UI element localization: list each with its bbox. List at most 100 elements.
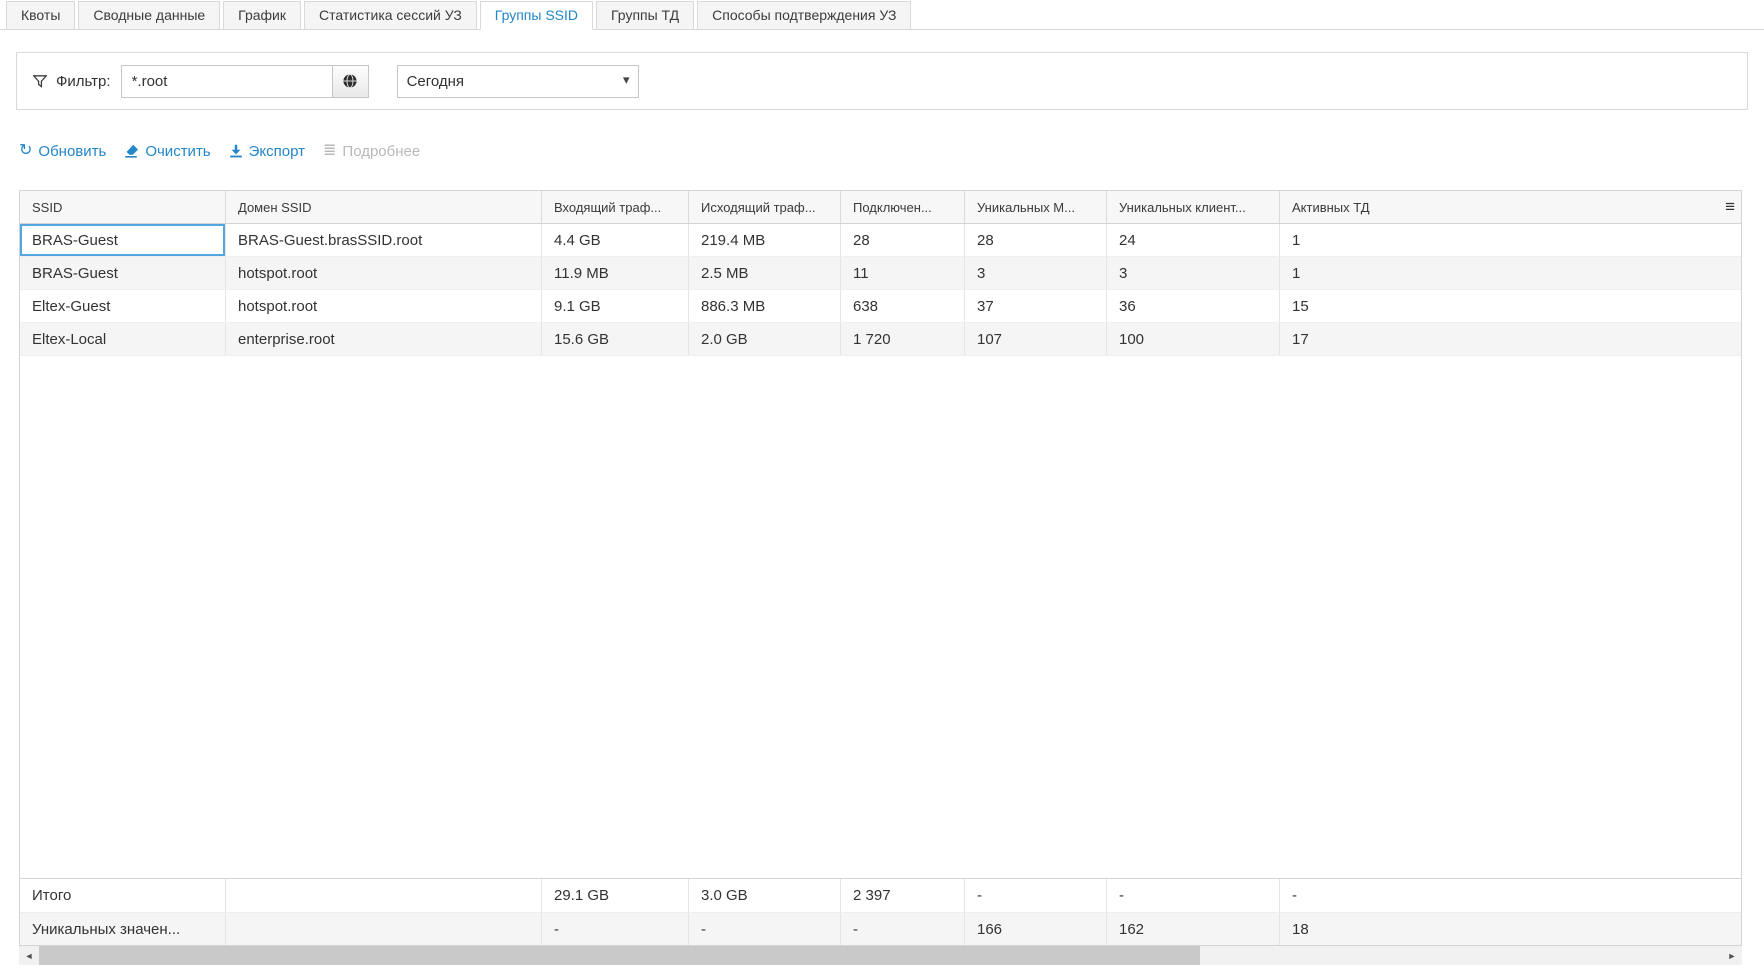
summary-cell: - — [1107, 879, 1280, 912]
table-cell[interactable]: 107 — [965, 323, 1107, 355]
tab-svodnye-dannye[interactable]: Сводные данные — [78, 1, 220, 30]
summary-cell — [226, 879, 542, 912]
table-cell[interactable]: 100 — [1107, 323, 1280, 355]
refresh-label: Обновить — [38, 143, 106, 160]
table-cell[interactable]: 24 — [1107, 224, 1280, 256]
table-cell[interactable]: 15.6 GB — [542, 323, 689, 355]
table-cell[interactable]: 17 — [1280, 323, 1741, 355]
summary-row-unique: Уникальных значен... - - - 166 162 18 — [20, 912, 1741, 945]
ssid-groups-grid: SSID Домен SSID Входящий траф... Исходящ… — [19, 190, 1742, 946]
summary-label: Уникальных значен... — [20, 913, 226, 945]
summary-cell: - — [965, 879, 1107, 912]
table-cell[interactable]: 15 — [1280, 290, 1741, 322]
clear-button[interactable]: Очистить — [124, 143, 210, 160]
filter-label: Фильтр: — [56, 73, 111, 90]
refresh-button[interactable]: ↻ Обновить — [19, 143, 106, 160]
table-cell[interactable]: BRAS-Guest.brasSSID.root — [226, 224, 542, 256]
table-cell[interactable]: 28 — [965, 224, 1107, 256]
table-cell[interactable]: hotspot.root — [226, 290, 542, 322]
summary-cell: 162 — [1107, 913, 1280, 945]
column-header-active-ap[interactable]: Активных ТД — [1280, 191, 1741, 223]
table-cell[interactable]: 9.1 GB — [542, 290, 689, 322]
tab-sposoby-podtverzhdeniya[interactable]: Способы подтверждения УЗ — [697, 1, 911, 30]
tab-gruppy-td[interactable]: Группы ТД — [596, 1, 694, 30]
table-cell[interactable]: 11 — [841, 257, 965, 289]
table-cell[interactable]: 4.4 GB — [542, 224, 689, 256]
details-button[interactable]: ≣ Подробнее — [323, 143, 420, 160]
table-cell[interactable]: 11.9 MB — [542, 257, 689, 289]
table-cell[interactable]: 219.4 MB — [689, 224, 841, 256]
scroll-right-button[interactable]: ► — [1722, 946, 1742, 965]
globe-icon — [342, 73, 358, 89]
table-cell[interactable]: 886.3 MB — [689, 290, 841, 322]
column-header-domain[interactable]: Домен SSID — [226, 191, 542, 223]
table-row[interactable]: BRAS-Guest hotspot.root 11.9 MB 2.5 MB 1… — [20, 257, 1741, 290]
grid-toolbar: ↻ Обновить Очистить Экспорт ≣ Подробнее — [19, 140, 1748, 162]
grid-empty-area — [20, 356, 1741, 878]
tab-kvoty[interactable]: Квоты — [6, 1, 75, 30]
refresh-icon: ↻ — [19, 143, 32, 159]
table-cell[interactable]: Eltex-Guest — [20, 290, 226, 322]
table-row[interactable]: BRAS-Guest BRAS-Guest.brasSSID.root 4.4 … — [20, 224, 1741, 257]
summary-cell: 3.0 GB — [689, 879, 841, 912]
clear-label: Очистить — [145, 143, 210, 160]
summary-cell: 29.1 GB — [542, 879, 689, 912]
summary-cell: 2 397 — [841, 879, 965, 912]
scrollbar-thumb[interactable] — [39, 946, 1200, 965]
grid-body: BRAS-Guest BRAS-Guest.brasSSID.root 4.4 … — [20, 224, 1741, 878]
tab-bar: Квоты Сводные данные График Статистика с… — [0, 0, 1764, 30]
table-cell[interactable]: 638 — [841, 290, 965, 322]
summary-label: Итого — [20, 879, 226, 912]
globe-button[interactable] — [332, 65, 369, 98]
table-cell[interactable]: enterprise.root — [226, 323, 542, 355]
column-header-ssid[interactable]: SSID — [20, 191, 226, 223]
summary-row-total: Итого 29.1 GB 3.0 GB 2 397 - - - — [20, 879, 1741, 912]
horizontal-scrollbar: ◄ ► — [19, 946, 1742, 965]
table-cell[interactable]: 3 — [965, 257, 1107, 289]
column-header-unique-clients[interactable]: Уникальных клиент... — [1107, 191, 1280, 223]
table-row[interactable]: Eltex-Guest hotspot.root 9.1 GB 886.3 MB… — [20, 290, 1741, 323]
filter-panel: Фильтр: Сегодня ▾ — [16, 52, 1748, 110]
table-cell[interactable]: hotspot.root — [226, 257, 542, 289]
list-icon: ≣ — [323, 143, 336, 159]
table-cell[interactable]: 1 720 — [841, 323, 965, 355]
menu-icon[interactable]: ≡ — [1725, 197, 1735, 217]
table-cell[interactable]: 3 — [1107, 257, 1280, 289]
export-button[interactable]: Экспорт — [229, 143, 305, 160]
summary-cell: - — [841, 913, 965, 945]
summary-cell — [226, 913, 542, 945]
tab-grafik[interactable]: График — [223, 1, 301, 30]
table-cell[interactable]: 28 — [841, 224, 965, 256]
filter-input[interactable] — [121, 65, 333, 98]
summary-cell: 18 — [1280, 913, 1741, 945]
export-label: Экспорт — [249, 143, 305, 160]
eraser-icon — [124, 144, 139, 158]
summary-cell: - — [542, 913, 689, 945]
details-label: Подробнее — [342, 143, 420, 160]
scrollbar-track[interactable] — [39, 946, 1722, 965]
column-header-inbound-traffic[interactable]: Входящий траф... — [542, 191, 689, 223]
table-cell[interactable]: Eltex-Local — [20, 323, 226, 355]
download-icon — [229, 144, 243, 158]
table-cell[interactable]: 2.5 MB — [689, 257, 841, 289]
period-select[interactable]: Сегодня — [397, 65, 639, 98]
table-cell[interactable]: BRAS-Guest — [20, 257, 226, 289]
table-cell[interactable]: 37 — [965, 290, 1107, 322]
table-cell-selected[interactable]: BRAS-Guest — [20, 224, 226, 256]
column-header-outbound-traffic[interactable]: Исходящий траф... — [689, 191, 841, 223]
table-cell[interactable]: 1 — [1280, 257, 1741, 289]
table-cell[interactable]: 2.0 GB — [689, 323, 841, 355]
tab-statistika-sessiy[interactable]: Статистика сессий УЗ — [304, 1, 477, 30]
grid-header: SSID Домен SSID Входящий траф... Исходящ… — [20, 191, 1741, 224]
summary-cell: 166 — [965, 913, 1107, 945]
grid-summary: Итого 29.1 GB 3.0 GB 2 397 - - - Уникаль… — [20, 878, 1741, 945]
table-row[interactable]: Eltex-Local enterprise.root 15.6 GB 2.0 … — [20, 323, 1741, 356]
tab-gruppy-ssid[interactable]: Группы SSID — [480, 1, 593, 30]
summary-cell: - — [689, 913, 841, 945]
scroll-left-button[interactable]: ◄ — [19, 946, 39, 965]
column-header-connected[interactable]: Подключен... — [841, 191, 965, 223]
table-cell[interactable]: 1 — [1280, 224, 1741, 256]
column-header-unique-mac[interactable]: Уникальных М... — [965, 191, 1107, 223]
funnel-icon — [33, 75, 47, 88]
table-cell[interactable]: 36 — [1107, 290, 1280, 322]
